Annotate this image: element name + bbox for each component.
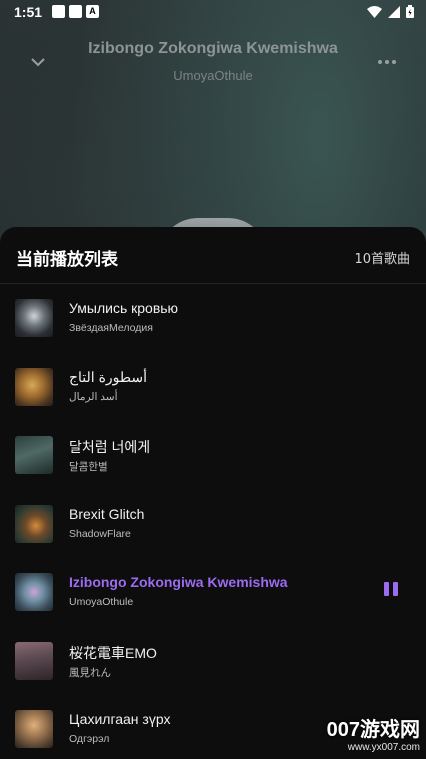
playlist-sheet: 当前播放列表 10首歌曲 Умылись кровью ЗвёздаяМелод… bbox=[0, 227, 426, 759]
track-thumbnail bbox=[15, 436, 53, 474]
track-thumbnail bbox=[15, 367, 53, 406]
track-artist: أسد الرمال bbox=[69, 390, 118, 403]
track-artist: UmoyaOthule bbox=[69, 596, 134, 608]
track-artist: 달콤한별 bbox=[69, 461, 108, 473]
playlist-count: 10首歌曲 bbox=[354, 252, 410, 267]
list-item[interactable]: Brexit Glitch ShadowFlare bbox=[0, 490, 426, 559]
status-bar: 1:51 A bbox=[0, 0, 426, 24]
status-time: 1:51 bbox=[14, 4, 43, 20]
notification-a-icon: A bbox=[86, 5, 99, 18]
watermark-url: www.yx007.com bbox=[347, 742, 420, 753]
track-title: 桜花電車EMO bbox=[69, 644, 157, 661]
player-header: Izibongo Zokongiwa Kwemishwa UmoyaOthule bbox=[0, 34, 426, 94]
notification-square-icon bbox=[69, 5, 82, 18]
track-artist: ShadowFlare bbox=[69, 527, 131, 540]
list-item[interactable]: 달처럼 너에게 달콤한별 bbox=[0, 421, 426, 490]
track-title: أسطورة التاج bbox=[69, 368, 148, 385]
track-thumbnail bbox=[15, 641, 53, 680]
signal-icon bbox=[388, 5, 400, 18]
wifi-icon bbox=[367, 5, 382, 18]
notification-square-icon bbox=[52, 5, 65, 18]
playlist-title: 当前播放列表 bbox=[16, 250, 118, 270]
list-item-current[interactable]: Izibongo Zokongiwa Kwemishwa UmoyaOthule bbox=[0, 558, 426, 627]
track-artist: 風見れん bbox=[69, 666, 111, 679]
list-item[interactable]: أسطورة التاج أسد الرمال bbox=[0, 353, 426, 422]
track-artist: ЗвёздаяМелодия bbox=[69, 322, 153, 334]
track-title: 달처럼 너에게 bbox=[69, 439, 151, 455]
now-playing-title: Izibongo Zokongiwa Kwemishwa bbox=[88, 40, 338, 57]
track-thumbnail bbox=[15, 710, 53, 748]
track-title: Умылись кровью bbox=[69, 300, 179, 316]
list-item[interactable]: Умылись кровью ЗвёздаяМелодия bbox=[0, 284, 426, 353]
track-title: Brexit Glitch bbox=[69, 505, 145, 522]
playlist-list: Умылись кровью ЗвёздаяМелодия أسطورة الت… bbox=[0, 284, 426, 759]
list-item[interactable]: 桜花電車EMO 風見れん bbox=[0, 627, 426, 696]
track-thumbnail bbox=[15, 504, 53, 543]
site-watermark: 007游戏网 www.yx007.com bbox=[310, 713, 420, 753]
track-thumbnail bbox=[15, 299, 53, 337]
now-playing-artist: UmoyaOthule bbox=[173, 68, 253, 83]
watermark-logo: 007游戏网 bbox=[326, 719, 420, 741]
track-title: Izibongo Zokongiwa Kwemishwa bbox=[69, 574, 288, 590]
pause-icon[interactable] bbox=[384, 582, 400, 598]
more-options-icon[interactable] bbox=[376, 52, 398, 72]
notification-icons: A bbox=[52, 5, 99, 18]
track-artist: Одгэрэл bbox=[69, 733, 110, 745]
system-icons bbox=[367, 5, 414, 18]
track-thumbnail bbox=[15, 573, 53, 611]
playlist-header: 当前播放列表 10首歌曲 bbox=[0, 227, 426, 284]
track-title: Цахилгаан зүрх bbox=[69, 711, 171, 727]
battery-icon bbox=[406, 5, 414, 18]
